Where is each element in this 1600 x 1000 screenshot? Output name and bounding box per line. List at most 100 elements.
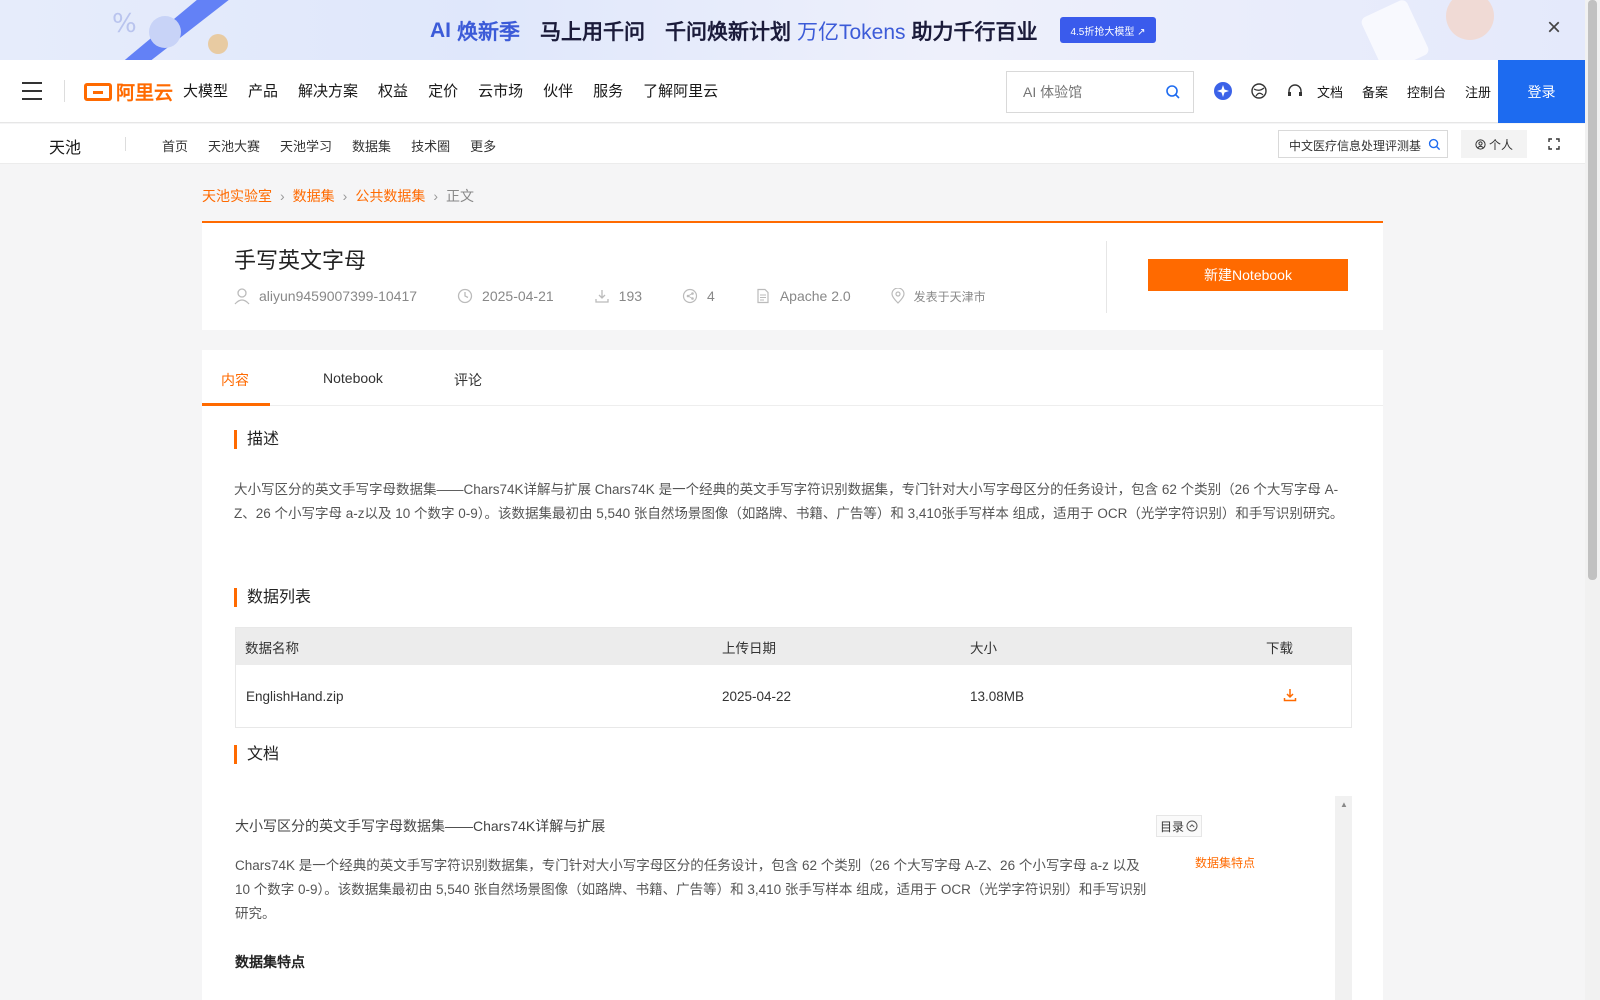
doc-scrollbar[interactable]: ▲ (1335, 796, 1352, 1000)
login-button[interactable]: 登录 (1498, 60, 1585, 123)
user-icon (234, 288, 250, 305)
section-title-docs: 文档 (234, 745, 279, 764)
banner-decoration-right (1361, 0, 1494, 60)
meta-location: 发表于天津市 (891, 288, 986, 305)
document-icon (757, 288, 769, 304)
link-filing[interactable]: 备案 (1362, 82, 1388, 101)
sub-nav: 首页 天池大赛 天池学习 数据集 技术圈 更多 (162, 136, 516, 155)
meta-date: 2025-04-21 (457, 288, 554, 304)
content-panel: 描述 大小写区分的英文手写字母数据集——Chars74K详解与扩展 Chars7… (202, 406, 1383, 1000)
sub-nav-competition[interactable]: 天池大赛 (208, 136, 260, 155)
data-table: 数据名称 上传日期 大小 下载 EnglishHand.zip 2025-04-… (235, 627, 1352, 728)
nav-item-partners[interactable]: 伙伴 (543, 80, 573, 101)
doc-subheading: 数据集特点 (235, 954, 305, 970)
nav-item-products[interactable]: 产品 (248, 80, 278, 101)
nav-item-services[interactable]: 服务 (593, 80, 623, 101)
banner-close-button[interactable]: × (1542, 16, 1566, 40)
download-button[interactable] (1266, 688, 1346, 705)
section-title-description: 描述 (234, 430, 279, 449)
document-viewer: 大小写区分的英文手写字母数据集——Chars74K详解与扩展 Chars74K … (235, 796, 1353, 1000)
header-divider (64, 80, 65, 102)
banner-campaign: 焕新季 (457, 21, 520, 44)
banner-cta-button[interactable]: 4.5折抢大模型 ↗ (1060, 17, 1156, 43)
personal-label: 个人 (1488, 137, 1513, 152)
page-scrollbar[interactable] (1585, 0, 1600, 1000)
page-scrollbar-thumb[interactable] (1588, 0, 1597, 580)
tianchi-brand[interactable]: 天池 (49, 134, 81, 158)
svg-text:%: % (112, 9, 137, 39)
chevron-up-circle-icon (1186, 820, 1198, 832)
banner-ai-prefix: AI (430, 19, 451, 42)
ai-assistant-icon[interactable] (1212, 80, 1234, 102)
chevron-right-icon: › (342, 188, 348, 204)
nav-item-models[interactable]: 大模型 (183, 80, 228, 101)
search-icon[interactable] (1165, 84, 1181, 100)
banner-slogan-2: 千问焕新计划 (665, 21, 791, 44)
headset-icon[interactable] (1284, 80, 1306, 102)
logo-text: 阿里云 (116, 83, 174, 104)
main-header: 阿里云 大模型 产品 解决方案 权益 定价 云市场 伙伴 服务 了解阿里云 文档… (0, 60, 1585, 123)
nav-item-benefits[interactable]: 权益 (378, 80, 408, 101)
download-count-icon (595, 290, 609, 303)
personal-button[interactable]: 个人 (1461, 130, 1527, 158)
download-count: 193 (618, 288, 643, 304)
sub-nav-learning[interactable]: 天池学习 (280, 136, 332, 155)
tab-content[interactable]: 内容 (221, 370, 249, 390)
breadcrumb-lab[interactable]: 天池实验室 (202, 186, 272, 206)
nav-item-solutions[interactable]: 解决方案 (298, 80, 358, 101)
banner-slogan: AI 焕新季 马上用千问 千问焕新计划 万亿Tokens 助力千行百业 (430, 16, 1038, 46)
description-text: 大小写区分的英文手写字母数据集——Chars74K详解与扩展 Chars74K … (234, 482, 1344, 521)
tab-comments[interactable]: 评论 (454, 370, 482, 390)
file-name: EnglishHand.zip (246, 688, 344, 704)
nav-item-marketplace[interactable]: 云市场 (478, 80, 523, 101)
new-notebook-button[interactable]: 新建Notebook (1148, 259, 1348, 291)
breadcrumb: 天池实验室 › 数据集 › 公共数据集 › 正文 (202, 186, 474, 206)
nav-item-about[interactable]: 了解阿里云 (643, 80, 718, 101)
section-title-data-list: 数据列表 (234, 588, 311, 607)
sub-nav-home[interactable]: 首页 (162, 136, 188, 155)
globe-icon[interactable] (1248, 80, 1270, 102)
toc-item-features[interactable]: 数据集特点 (1195, 854, 1255, 871)
sub-nav-datasets[interactable]: 数据集 (352, 136, 391, 155)
breadcrumb-current: 正文 (446, 188, 475, 204)
chevron-right-icon: › (433, 188, 439, 204)
content-tabs: 内容 Notebook 评论 (202, 350, 1383, 406)
sub-search-value: 中文医疗信息处理评测基 (1289, 139, 1422, 153)
table-header-row: 数据名称 上传日期 大小 下载 (236, 628, 1351, 665)
tab-notebook[interactable]: Notebook (323, 370, 383, 386)
author-name: aliyun9459007399-10417 (259, 288, 418, 304)
link-docs[interactable]: 文档 (1317, 82, 1343, 101)
nav-item-pricing[interactable]: 定价 (428, 80, 458, 101)
promo-banner[interactable]: % AI 焕新季 马上用千问 千问焕新计划 万亿Tokens 助力千行百业 4.… (0, 0, 1585, 60)
location-pin-icon (891, 288, 905, 304)
link-console[interactable]: 控制台 (1407, 82, 1446, 101)
banner-highlight: 万亿Tokens (797, 21, 906, 44)
sub-nav-tech-circle[interactable]: 技术圈 (411, 136, 450, 155)
aliyun-logo[interactable]: 阿里云 (84, 78, 173, 105)
search-icon[interactable] (1428, 138, 1441, 151)
sub-divider (125, 137, 126, 151)
fullscreen-icon[interactable] (1546, 136, 1562, 152)
banner-slogan-1: 马上用千问 (540, 21, 645, 44)
meta-downloads: 193 (594, 288, 642, 304)
meta-license: Apache 2.0 (755, 288, 851, 304)
user-circle-icon (1475, 138, 1486, 150)
sub-nav-more[interactable]: 更多 (470, 136, 496, 155)
clock-icon (457, 288, 473, 304)
col-header-size: 大小 (970, 640, 997, 656)
sub-search-input[interactable]: 中文医疗信息处理评测基 (1278, 130, 1448, 158)
link-register[interactable]: 注册 (1465, 82, 1491, 101)
header-search-input[interactable] (1007, 72, 1157, 112)
meta-author[interactable]: aliyun9459007399-10417 (234, 287, 417, 305)
share-count: 4 (707, 288, 715, 304)
col-header-date: 上传日期 (722, 640, 776, 656)
toc-toggle-button[interactable]: 目录 (1156, 815, 1202, 837)
breadcrumb-datasets[interactable]: 数据集 (293, 186, 335, 206)
doc-heading: 大小写区分的英文手写字母数据集——Chars74K详解与扩展 (235, 818, 606, 834)
menu-icon[interactable] (22, 82, 42, 100)
toc-label: 目录 (1159, 819, 1184, 834)
breadcrumb-public-datasets[interactable]: 公共数据集 (355, 186, 425, 206)
file-upload-date: 2025-04-22 (722, 688, 792, 704)
scroll-up-arrow-icon[interactable]: ▲ (1340, 800, 1348, 809)
col-header-name: 数据名称 (245, 640, 299, 656)
